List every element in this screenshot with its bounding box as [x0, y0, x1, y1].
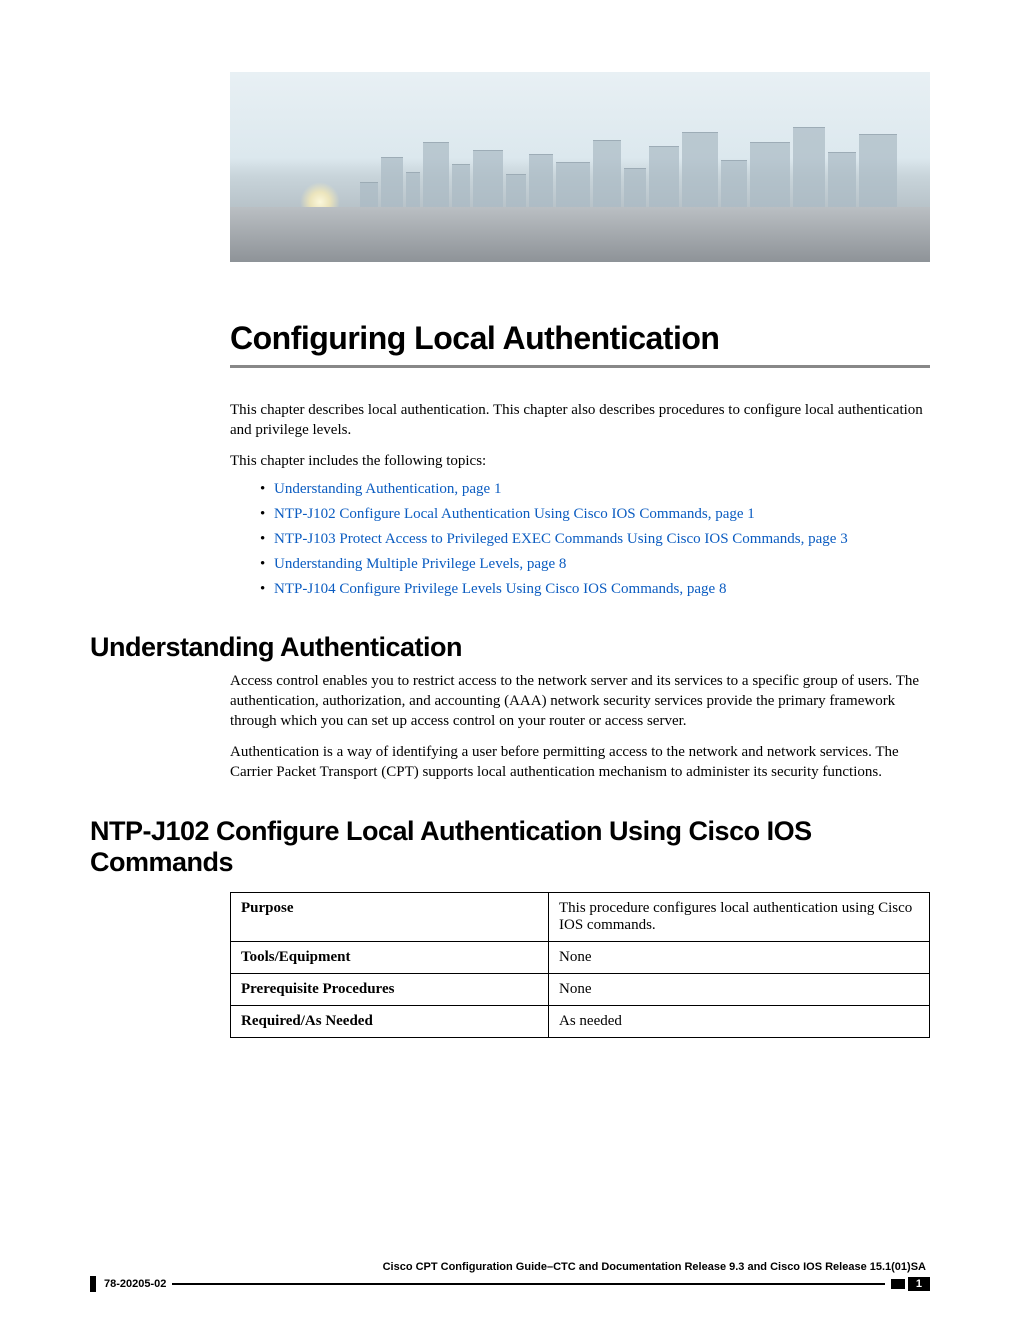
- toc-link[interactable]: Understanding Authentication, page 1: [274, 481, 501, 497]
- table-value: None: [549, 974, 930, 1006]
- table-key: Purpose: [231, 893, 549, 942]
- toc-item: NTP-J104 Configure Privilege Levels Usin…: [260, 581, 930, 598]
- table-row: Prerequisite Procedures None: [231, 974, 930, 1006]
- table-key: Prerequisite Procedures: [231, 974, 549, 1006]
- toc-item: NTP-J102 Configure Local Authentication …: [260, 506, 930, 523]
- body-paragraph: Authentication is a way of identifying a…: [230, 742, 930, 783]
- toc-link[interactable]: NTP-J104 Configure Privilege Levels Usin…: [274, 581, 726, 597]
- section-heading-understanding: Understanding Authentication: [90, 632, 930, 663]
- table-key: Tools/Equipment: [231, 942, 549, 974]
- table-key: Required/As Needed: [231, 1006, 549, 1038]
- procedure-table: Purpose This procedure configures local …: [230, 892, 930, 1038]
- section-heading-ntp-j102: NTP-J102 Configure Local Authentication …: [90, 816, 930, 878]
- toc-item: Understanding Authentication, page 1: [260, 481, 930, 498]
- body-paragraph: Access control enables you to restrict a…: [230, 671, 930, 732]
- page-footer: Cisco CPT Configuration Guide–CTC and Do…: [90, 1261, 930, 1292]
- chapter-rule: [230, 365, 930, 368]
- footer-guide-title: Cisco CPT Configuration Guide–CTC and Do…: [90, 1261, 930, 1273]
- footer-mark-left: [90, 1276, 96, 1292]
- intro-paragraph: This chapter describes local authenticat…: [230, 400, 930, 441]
- toc-link[interactable]: NTP-J102 Configure Local Authentication …: [274, 506, 755, 522]
- table-row: Purpose This procedure configures local …: [231, 893, 930, 942]
- table-row: Required/As Needed As needed: [231, 1006, 930, 1038]
- hero-image: [230, 72, 930, 262]
- table-of-contents: Understanding Authentication, page 1 NTP…: [260, 481, 930, 598]
- toc-link[interactable]: Understanding Multiple Privilege Levels,…: [274, 556, 566, 572]
- chapter-title: Configuring Local Authentication: [230, 320, 930, 357]
- table-row: Tools/Equipment None: [231, 942, 930, 974]
- footer-mark-right: [891, 1279, 905, 1289]
- table-value: This procedure configures local authenti…: [549, 893, 930, 942]
- table-value: As needed: [549, 1006, 930, 1038]
- intro-paragraph: This chapter includes the following topi…: [230, 451, 930, 471]
- toc-link[interactable]: NTP-J103 Protect Access to Privileged EX…: [274, 531, 848, 547]
- toc-item: Understanding Multiple Privilege Levels,…: [260, 556, 930, 573]
- table-value: None: [549, 942, 930, 974]
- footer-page-number: 1: [908, 1277, 930, 1291]
- footer-doc-number: 78-20205-02: [104, 1278, 166, 1290]
- footer-rule: [172, 1283, 884, 1285]
- toc-item: NTP-J103 Protect Access to Privileged EX…: [260, 531, 930, 548]
